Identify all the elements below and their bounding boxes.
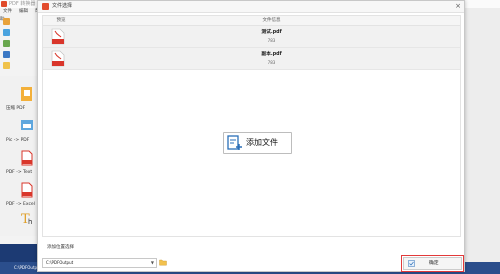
dialog-title: 文件选择 [52, 3, 73, 9]
file-list: 预览 文件信息 测试.pdf 783 副本.pdf 783 添加文件 [42, 15, 461, 237]
toolbar-item[interactable] [0, 17, 38, 26]
sidebar-item-pic-to-pdf[interactable]: Pic -> PDF [0, 116, 42, 146]
output-location-label: 添加位置选择 [47, 245, 74, 250]
compress-pdf-icon [21, 87, 32, 101]
dialog-title-bar: 文件选择 × [38, 1, 464, 13]
folder-icon[interactable] [159, 258, 167, 266]
confirm-label: 确定 [429, 261, 439, 266]
right-pane [462, 8, 500, 262]
header-file-info: 文件信息 [262, 18, 281, 23]
file-list-header: 预览 文件信息 [43, 16, 460, 26]
pdf-to-excel-icon [21, 182, 33, 198]
file-select-dialog: 文件选择 × 预览 文件信息 测试.pdf 783 副本.pdf 783 添加文… [37, 0, 465, 272]
toolbar-item[interactable] [0, 61, 38, 70]
sidebar-item-label: Pic -> PDF [6, 138, 30, 143]
menu-edit[interactable]: 编辑 [19, 9, 28, 14]
toolbar-icon [3, 18, 10, 25]
file-row[interactable]: 副本.pdf 783 [43, 48, 460, 70]
app-menu-bar: 文件编辑帮助 [0, 8, 40, 22]
pic-to-pdf-icon [21, 120, 33, 130]
pdf-file-icon [51, 50, 65, 67]
sidebar-item-label: 压缩 PDF [6, 106, 26, 111]
app-logo-icon [42, 3, 49, 10]
add-file-icon [227, 135, 242, 150]
file-size: 783 [267, 60, 276, 65]
file-size: 783 [267, 38, 276, 43]
sidebar-item-compress[interactable]: 压缩 PDF [0, 84, 42, 114]
file-name: 副本.pdf [261, 52, 282, 57]
toolbar-item[interactable] [0, 39, 38, 48]
toolbar-item[interactable] [0, 28, 38, 37]
sidebar-item-label: PDF -> Excel [6, 202, 35, 207]
sidebar-item-font[interactable]: Th [0, 208, 42, 238]
font-icon: Th [21, 212, 32, 226]
output-path-value: C:\PDFOutput [46, 260, 74, 265]
confirm-highlight: 确定 [401, 255, 464, 272]
toolbar-icon [3, 29, 10, 36]
confirm-button[interactable]: 确定 [403, 257, 462, 270]
toolbar-icon [3, 51, 10, 58]
sidebar-item-pdf-to-text[interactable]: PDF -> Text [0, 148, 42, 178]
app-title: PDF 转换器 [9, 1, 36, 7]
pdf-file-icon [51, 28, 65, 45]
add-file-button[interactable]: 添加文件 [223, 132, 292, 154]
add-file-label: 添加文件 [246, 138, 278, 147]
toolbar-icon [3, 62, 10, 69]
file-name: 测试.pdf [261, 30, 282, 35]
toolbar-item[interactable] [0, 50, 38, 59]
toolbar-icon [3, 40, 10, 47]
menu-file[interactable]: 文件 [3, 9, 12, 14]
sidebar-footer [0, 244, 42, 262]
close-icon[interactable]: × [455, 1, 461, 12]
app-logo-icon [1, 1, 7, 7]
output-path-select[interactable]: C:\PDFOutput ▼ [42, 258, 157, 268]
confirm-icon [408, 260, 415, 267]
sidebar-item-pdf-to-excel[interactable]: PDF -> Excel [0, 180, 42, 210]
svg-text:h: h [28, 218, 32, 226]
file-row[interactable]: 测试.pdf 783 [43, 26, 460, 48]
pdf-to-text-icon [21, 150, 33, 166]
sidebar-item-label: PDF -> Text [6, 170, 33, 175]
chevron-down-icon: ▼ [150, 260, 154, 265]
header-preview: 预览 [56, 18, 66, 23]
